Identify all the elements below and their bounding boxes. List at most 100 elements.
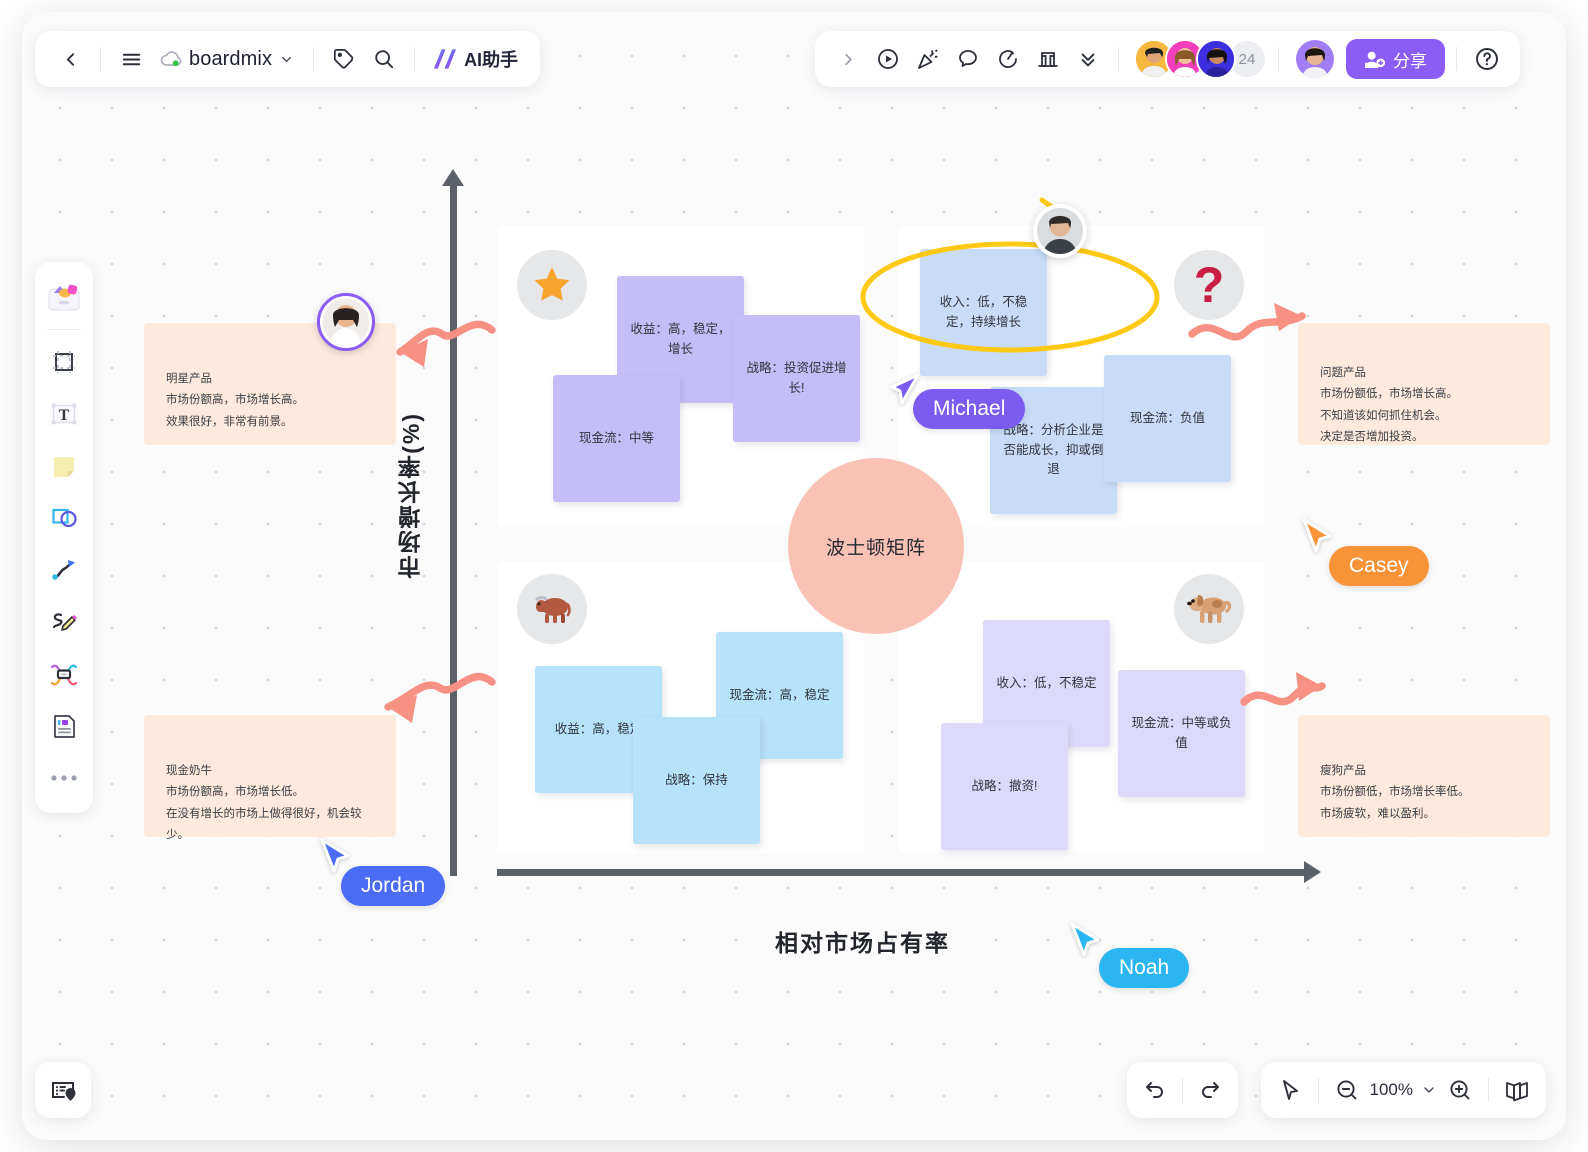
play-circle-icon bbox=[878, 49, 898, 69]
sticky-note[interactable]: 收入：低，不稳定，持续增长 bbox=[920, 249, 1047, 376]
locate-button[interactable] bbox=[35, 1062, 91, 1118]
avatar[interactable] bbox=[1196, 39, 1236, 79]
sticky-note-icon bbox=[54, 457, 74, 477]
timer-button[interactable] bbox=[989, 40, 1027, 78]
sticky-note[interactable]: 战略：撤资! bbox=[941, 723, 1068, 850]
cursor-label: Jordan bbox=[341, 866, 446, 906]
file-name: boardmix bbox=[189, 47, 273, 70]
search-icon bbox=[375, 50, 394, 69]
canvas-avatar-female[interactable] bbox=[317, 293, 375, 351]
back-button[interactable] bbox=[51, 40, 89, 78]
current-user-avatar[interactable] bbox=[1296, 40, 1334, 78]
question-mark-icon: ? bbox=[1193, 257, 1225, 313]
plus-circle-icon bbox=[1450, 1080, 1470, 1100]
arrow-star bbox=[396, 320, 496, 356]
top-toolbar-left: boardmix AI助手 bbox=[35, 31, 541, 87]
vote-button[interactable] bbox=[1029, 40, 1067, 78]
x-axis bbox=[497, 861, 1321, 883]
star-icon bbox=[534, 267, 570, 301]
minimap-button[interactable] bbox=[1498, 1071, 1536, 1109]
cursor-arrow-icon bbox=[320, 838, 350, 873]
cow-icon bbox=[535, 596, 571, 623]
chart-bar-icon bbox=[1038, 52, 1058, 67]
pen-tool[interactable] bbox=[41, 597, 87, 647]
callout-cash-cow[interactable]: 现金奶牛 市场份额高，市场增长低。 在没有增长的市场上做得很好，机会较少。 bbox=[144, 715, 396, 841]
board-canvas[interactable]: ? 收益：高，稳定，增长 战略：投资促进增长! 现金流：中等 收入：低，不稳定，… bbox=[22, 12, 1566, 1140]
divider bbox=[1278, 47, 1279, 71]
callout-question[interactable]: 问题产品 市场份额低，市场增长高。 不知道该如何抓住机会。 决定是否增加投资。 bbox=[1298, 323, 1550, 445]
celebrate-button[interactable] bbox=[909, 40, 947, 78]
divider bbox=[1317, 1078, 1319, 1102]
templates-tool[interactable] bbox=[41, 272, 87, 322]
divider bbox=[414, 47, 416, 71]
dog-icon-badge bbox=[1174, 574, 1244, 644]
sticky-note[interactable]: 现金流：中等或负值 bbox=[1118, 670, 1245, 797]
sticky-note[interactable]: 现金流：中等 bbox=[553, 375, 680, 502]
select-tool-button[interactable] bbox=[1271, 1071, 1309, 1109]
shape-tool[interactable] bbox=[41, 493, 87, 543]
canvas-avatar-male[interactable] bbox=[1033, 204, 1087, 258]
templates-icon bbox=[48, 284, 80, 311]
share-person-icon bbox=[1365, 51, 1385, 68]
divider bbox=[47, 329, 81, 330]
redo-arrow-icon bbox=[1202, 1082, 1219, 1098]
search-button[interactable] bbox=[365, 40, 403, 78]
dog-icon bbox=[1187, 595, 1232, 623]
zoom-level[interactable]: 100% bbox=[1366, 1080, 1417, 1100]
ai-assistant-label: AI助手 bbox=[464, 50, 519, 70]
zoom-out-button[interactable] bbox=[1328, 1071, 1366, 1109]
divider bbox=[313, 47, 315, 71]
expand-toolbar-button[interactable] bbox=[829, 40, 867, 78]
boardmix-app-window: ? 收益：高，稳定，增长 战略：投资促进增长! 现金流：中等 收入：低，不稳定，… bbox=[22, 12, 1566, 1140]
share-label: 分享 bbox=[1393, 51, 1427, 71]
help-button[interactable] bbox=[1468, 40, 1506, 78]
curved-arrow-icon bbox=[52, 560, 75, 580]
cloud-icon bbox=[160, 51, 182, 67]
help-circle-icon bbox=[1476, 48, 1498, 70]
matrix-center-title[interactable]: 波士顿矩阵 bbox=[788, 458, 964, 634]
collaborator-avatars[interactable]: 24 bbox=[1130, 39, 1267, 79]
sticky-note-tool[interactable] bbox=[41, 441, 87, 491]
redo-button[interactable] bbox=[1192, 1071, 1230, 1109]
sticky-note[interactable]: 战略：保持 bbox=[633, 717, 760, 844]
top-toolbar-right: 24 分享 bbox=[815, 31, 1520, 87]
divider bbox=[1118, 47, 1119, 71]
more-tools-button[interactable] bbox=[1069, 40, 1107, 78]
zoom-dropdown-button[interactable] bbox=[1417, 1071, 1441, 1109]
zoom-in-button[interactable] bbox=[1441, 1071, 1479, 1109]
x-axis-label: 相对市场占有率 bbox=[775, 930, 950, 956]
cursor-label: Casey bbox=[1329, 546, 1429, 586]
tag-button[interactable] bbox=[325, 40, 363, 78]
cow-icon-badge bbox=[517, 574, 587, 644]
callout-dog[interactable]: 瘦狗产品 市场份额低，市场增长率低。 市场疲软，难以盈利。 bbox=[1298, 715, 1550, 837]
sticky-note[interactable]: 战略：投资促进增长! bbox=[733, 315, 860, 442]
ai-assistant-button[interactable]: AI助手 bbox=[426, 40, 524, 78]
arrow-cash-cow bbox=[384, 672, 496, 711]
zoom-toolbar: 100% bbox=[1260, 1062, 1546, 1118]
cursor-label: Noah bbox=[1099, 948, 1190, 988]
left-tool-rail: T bbox=[35, 262, 93, 813]
timer-icon bbox=[999, 50, 1017, 68]
frame-tool[interactable] bbox=[41, 337, 87, 387]
cursor-arrow-icon bbox=[1302, 518, 1332, 553]
document-tool[interactable] bbox=[41, 701, 87, 751]
file-name-dropdown[interactable]: boardmix bbox=[152, 40, 302, 78]
star-icon-badge bbox=[517, 250, 587, 320]
question-icon-badge: ? bbox=[1174, 250, 1244, 320]
comment-button[interactable] bbox=[949, 40, 987, 78]
mindmap-tool[interactable] bbox=[41, 649, 87, 699]
tag-icon bbox=[334, 48, 354, 69]
divider bbox=[100, 47, 101, 71]
sticky-note[interactable]: 现金流：负值 bbox=[1104, 355, 1231, 482]
present-button[interactable] bbox=[869, 40, 907, 78]
divider bbox=[1456, 47, 1457, 71]
divider bbox=[1488, 1078, 1489, 1102]
undo-button[interactable] bbox=[1135, 1071, 1173, 1109]
text-tool[interactable]: T bbox=[41, 389, 87, 439]
more-tools[interactable] bbox=[41, 753, 87, 803]
share-button[interactable]: 分享 bbox=[1346, 39, 1445, 79]
shapes-icon bbox=[52, 508, 77, 528]
history-toolbar bbox=[1127, 1062, 1238, 1118]
menu-button[interactable] bbox=[112, 40, 150, 78]
connector-tool[interactable] bbox=[41, 545, 87, 595]
